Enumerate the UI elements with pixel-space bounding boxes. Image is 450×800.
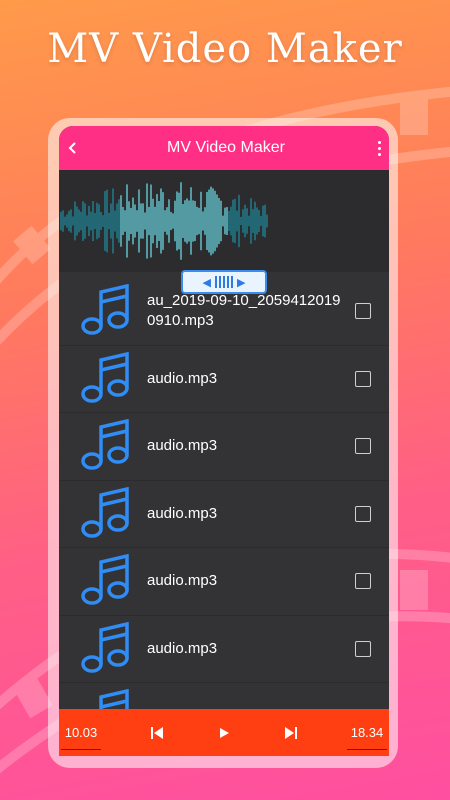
checkbox-icon[interactable] xyxy=(355,640,371,657)
checkbox-icon[interactable] xyxy=(355,303,371,320)
music-note-icon xyxy=(71,551,141,611)
app-bar: MV Video Maker xyxy=(59,126,389,170)
checkbox-icon[interactable] xyxy=(355,370,371,387)
current-time: 10.03 xyxy=(59,725,103,750)
audio-waveform: ◀ ▶ xyxy=(59,170,389,294)
file-name: audio.mp3 xyxy=(147,504,218,522)
list-item[interactable]: audio.mp3 xyxy=(59,346,389,413)
list-item[interactable]: au_2019-09-10_20594120190910.mp3 xyxy=(59,278,389,346)
list-item[interactable]: audio.mp3 xyxy=(59,481,389,548)
music-note-icon xyxy=(71,619,141,679)
back-arrow-icon[interactable] xyxy=(59,126,87,170)
app-screen: MV Video Maker ◀ ▶ au_2019-09-10_2059412… xyxy=(59,126,389,756)
skip-next-icon[interactable] xyxy=(282,724,300,742)
app-bar-title: MV Video Maker xyxy=(167,139,285,156)
list-item[interactable]: audio.mp3 xyxy=(59,616,389,683)
music-note-icon xyxy=(71,349,141,409)
file-name: audio.mp3 xyxy=(147,369,218,387)
file-name: audio.mp3 xyxy=(147,437,218,455)
total-time: 18.34 xyxy=(345,725,389,750)
more-vertical-icon[interactable] xyxy=(369,140,389,156)
checkbox-icon[interactable] xyxy=(355,438,371,455)
file-name: audio.mp3 xyxy=(147,639,218,657)
music-note-icon xyxy=(71,281,141,341)
checkbox-icon[interactable] xyxy=(355,573,371,590)
promo-title: MV Video Maker xyxy=(47,26,403,72)
audio-file-list: au_2019-09-10_20594120190910.mp3 audio.m… xyxy=(59,278,389,751)
list-item[interactable]: audio.mp3 xyxy=(59,413,389,481)
checkbox-icon[interactable] xyxy=(355,505,371,522)
music-note-icon xyxy=(71,484,141,544)
file-name: audio.mp3 xyxy=(147,572,218,590)
list-item[interactable]: audio.mp3 xyxy=(59,548,389,616)
audio-player-bar: 10.03 18.34 xyxy=(59,709,389,756)
music-note-icon xyxy=(71,416,141,476)
play-icon[interactable] xyxy=(215,724,233,742)
file-name: au_2019-09-10_20594120190910.mp3 xyxy=(147,292,341,330)
skip-previous-icon[interactable] xyxy=(148,724,166,742)
